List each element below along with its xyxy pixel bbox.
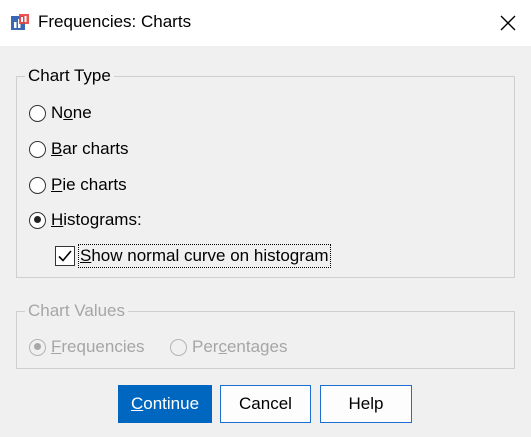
- help-button[interactable]: Help: [320, 385, 412, 423]
- normal-curve-checkbox[interactable]: Show normal curve on histogram: [55, 244, 331, 268]
- cancel-button[interactable]: Cancel: [220, 385, 311, 423]
- title-bar[interactable]: Frequencies: Charts: [0, 0, 531, 46]
- close-icon: [500, 15, 516, 31]
- radio-percentages-label: Percentages: [192, 337, 288, 356]
- normal-curve-checkbox-box[interactable]: [55, 246, 75, 266]
- radio-frequencies-circle[interactable]: [29, 338, 46, 356]
- radio-pie-charts-label: Pie charts: [51, 175, 127, 194]
- radio-bar-charts-label: Bar charts: [51, 139, 129, 158]
- spss-app-icon: [11, 14, 29, 30]
- radio-frequencies[interactable]: Frequencies: [29, 337, 145, 357]
- radio-none[interactable]: None: [29, 103, 92, 123]
- chart-values-legend: Chart Values: [25, 301, 129, 321]
- radio-pie-charts-circle[interactable]: [29, 176, 46, 194]
- radio-histograms-circle[interactable]: [29, 211, 46, 229]
- radio-histograms-label: Histograms:: [51, 210, 142, 229]
- close-button[interactable]: [485, 0, 531, 46]
- normal-curve-label: Show normal curve on histogram: [78, 244, 331, 268]
- radio-bar-charts-circle[interactable]: [29, 140, 46, 158]
- radio-none-circle[interactable]: [29, 104, 46, 122]
- radio-percentages-circle[interactable]: [170, 338, 187, 356]
- radio-bar-charts[interactable]: Bar charts: [29, 139, 128, 159]
- frequencies-charts-dialog: Frequencies: Charts Chart Type None Bar …: [0, 0, 531, 437]
- continue-button-label: Continue: [130, 394, 200, 413]
- radio-pie-charts[interactable]: Pie charts: [29, 175, 127, 195]
- radio-frequencies-label: Frequencies: [51, 337, 145, 356]
- chart-type-legend: Chart Type: [25, 66, 114, 86]
- checkmark-icon: [58, 250, 72, 262]
- radio-histograms[interactable]: Histograms:: [29, 210, 142, 230]
- radio-none-label: None: [51, 103, 92, 122]
- window-title: Frequencies: Charts: [38, 12, 192, 31]
- continue-button[interactable]: Continue: [118, 385, 212, 423]
- radio-percentages[interactable]: Percentages: [170, 337, 287, 357]
